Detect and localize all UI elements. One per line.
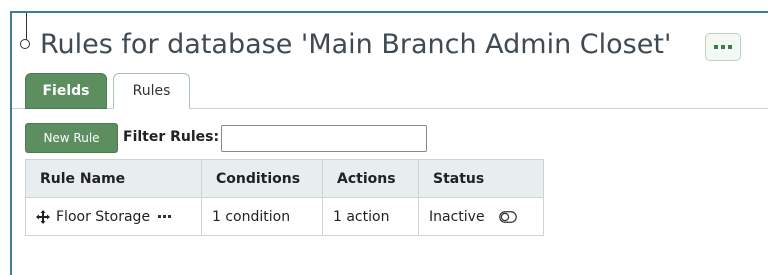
move-arrows-icon[interactable]: [36, 209, 50, 224]
page-title: Rules for database 'Main Branch Admin Cl…: [40, 29, 672, 60]
status-text: Inactive: [429, 208, 485, 225]
tab-fields[interactable]: Fields: [25, 73, 107, 109]
more-dots-icon: [714, 45, 732, 49]
actions-cell[interactable]: 1 action: [322, 197, 419, 236]
table-row[interactable]: Floor Storage 1 condition 1 action Inact…: [25, 197, 544, 236]
row-options-dots-icon[interactable]: [158, 215, 172, 218]
status-cell: Inactive: [418, 197, 544, 236]
table-header-row: Rule Name Conditions Actions Status: [25, 159, 544, 198]
column-header-actions[interactable]: Actions: [322, 159, 419, 198]
new-rule-button[interactable]: New Rule: [25, 123, 118, 153]
conditions-cell[interactable]: 1 condition: [201, 197, 323, 236]
tab-rules[interactable]: Rules: [113, 73, 190, 109]
filter-rules-label: Filter Rules:: [123, 129, 220, 145]
panel-border-top: [10, 11, 768, 13]
more-options-button[interactable]: [705, 33, 741, 61]
status-toggle-icon[interactable]: [498, 210, 517, 223]
tree-connector-line: [26, 13, 27, 41]
filter-rules-input[interactable]: [221, 125, 427, 152]
tree-node-circle-icon: [20, 39, 30, 49]
column-header-conditions[interactable]: Conditions: [201, 159, 323, 198]
rule-name-text[interactable]: Floor Storage: [56, 209, 150, 225]
column-header-status[interactable]: Status: [418, 159, 544, 198]
rule-name-cell[interactable]: Floor Storage: [25, 197, 202, 236]
panel-border-left: [10, 11, 12, 275]
column-header-rule-name[interactable]: Rule Name: [25, 159, 202, 198]
rules-table: Rule Name Conditions Actions Status Floo…: [25, 159, 544, 236]
